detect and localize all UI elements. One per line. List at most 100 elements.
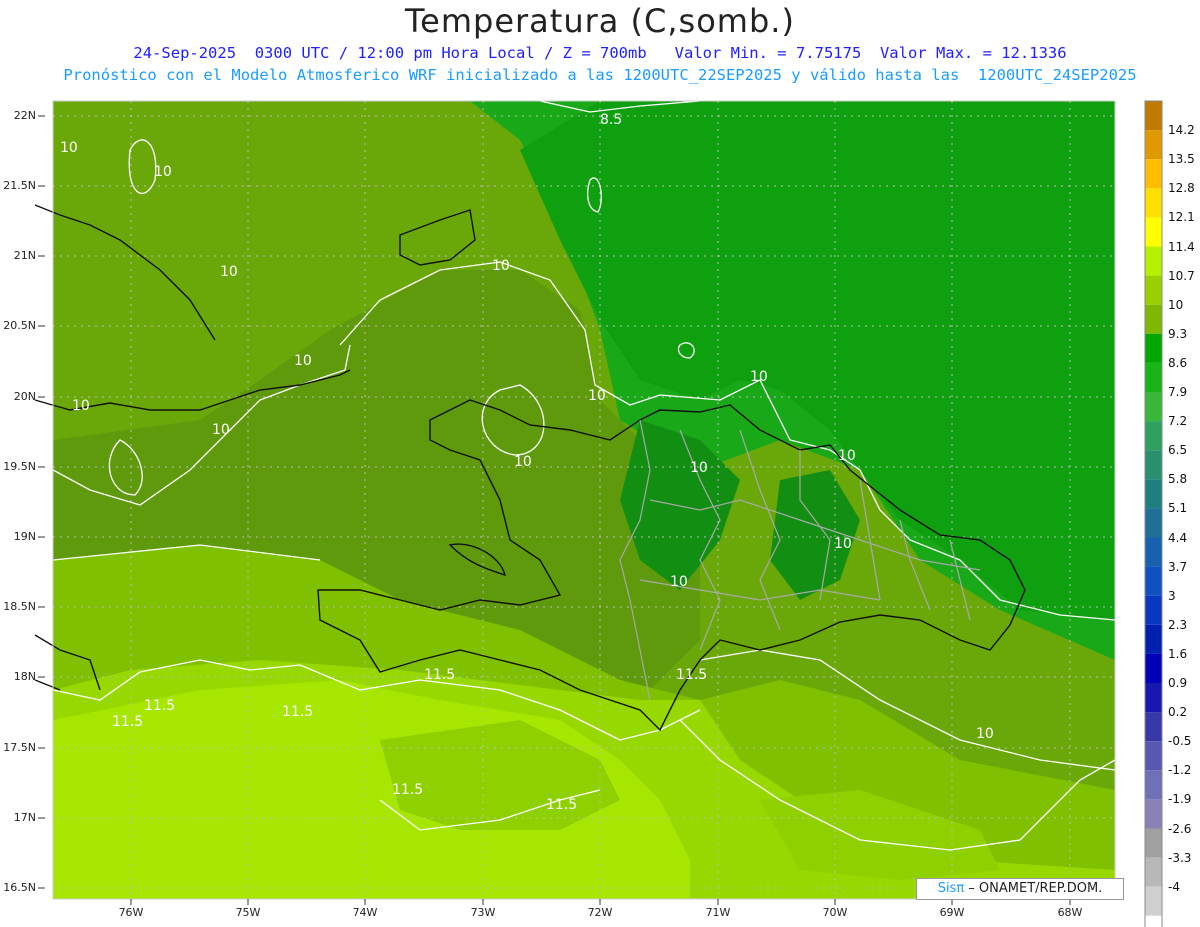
colorbar-label: -0.5 bbox=[1168, 734, 1192, 749]
colorbar-swatch bbox=[1145, 217, 1162, 247]
colorbar-swatch bbox=[1145, 915, 1162, 927]
lon-label: 68W bbox=[1057, 906, 1083, 919]
lat-label: 16.5N bbox=[3, 881, 36, 894]
colorbar-swatch bbox=[1145, 508, 1162, 538]
lat-label: 18N bbox=[13, 670, 36, 683]
colorbar-swatch bbox=[1145, 828, 1162, 858]
contour-label: 8.5 bbox=[600, 112, 622, 128]
colorbar-label: 6.5 bbox=[1168, 443, 1188, 458]
colorbar-swatch bbox=[1145, 362, 1162, 392]
contour-label: 10 bbox=[492, 258, 510, 274]
lat-label: 21N bbox=[13, 249, 36, 262]
colorbar-swatch bbox=[1145, 770, 1162, 800]
colorbar-swatch bbox=[1145, 857, 1162, 887]
lon-label: 71W bbox=[705, 906, 731, 919]
colorbar-label: -4 bbox=[1168, 879, 1180, 894]
contour-label: 11.5 bbox=[144, 698, 175, 714]
contour-label: 11.5 bbox=[424, 667, 455, 683]
colorbar-swatch bbox=[1145, 624, 1162, 654]
colorbar-swatch bbox=[1145, 566, 1162, 596]
lon-label: 72W bbox=[587, 906, 613, 919]
colorbar-label: 2.3 bbox=[1168, 617, 1188, 632]
colorbar-label: -1.2 bbox=[1168, 763, 1192, 778]
contour-label: 10 bbox=[514, 454, 532, 470]
colorbar-swatch bbox=[1145, 246, 1162, 276]
colorbar-swatch bbox=[1145, 653, 1162, 683]
contour-label: 10 bbox=[750, 369, 768, 385]
contour-label: 10 bbox=[154, 164, 172, 180]
colorbar-swatch bbox=[1145, 159, 1162, 189]
colorbar-swatch bbox=[1145, 130, 1162, 160]
colorbar-label: 7.2 bbox=[1168, 414, 1188, 429]
lon-label: 70W bbox=[822, 906, 848, 919]
colorbar-swatch bbox=[1145, 304, 1162, 334]
colorbar-swatch bbox=[1145, 537, 1162, 567]
colorbar-swatch bbox=[1145, 101, 1162, 131]
contour-label: 11.5 bbox=[676, 667, 707, 683]
colorbar-label: 9.3 bbox=[1168, 326, 1188, 341]
colorbar-label: 7.9 bbox=[1168, 385, 1188, 399]
colorbar-label: 12.1 bbox=[1168, 210, 1195, 225]
credit-brand-prefix: Sis bbox=[937, 881, 957, 896]
colorbar-swatch bbox=[1145, 741, 1162, 771]
lat-label: 19.5N bbox=[3, 460, 36, 473]
shaded-field bbox=[53, 101, 1115, 899]
colorbar-swatch bbox=[1145, 799, 1162, 829]
colorbar-swatch bbox=[1145, 421, 1162, 451]
lat-label: 20.5N bbox=[3, 319, 36, 332]
colorbar-label: -1.9 bbox=[1168, 792, 1192, 807]
colorbar-label: 3.7 bbox=[1168, 559, 1188, 574]
contour-label: 10 bbox=[212, 422, 230, 438]
colorbar-label: 8.6 bbox=[1168, 355, 1188, 370]
colorbar-swatch bbox=[1145, 595, 1162, 625]
contour-label: 10 bbox=[588, 388, 606, 404]
colorbar-swatch bbox=[1145, 683, 1162, 713]
colorbar-swatch bbox=[1145, 712, 1162, 742]
lat-label: 18.5N bbox=[3, 600, 36, 613]
colorbar-swatch bbox=[1145, 450, 1162, 480]
contour-label: 10 bbox=[220, 264, 238, 280]
lat-label: 17.5N bbox=[3, 741, 36, 754]
colorbar-swatch bbox=[1145, 392, 1162, 422]
colorbar-label: 1.6 bbox=[1168, 646, 1188, 661]
colorbar-swatch bbox=[1145, 188, 1162, 218]
contour-label: 10 bbox=[690, 460, 708, 476]
lon-label: 74W bbox=[352, 906, 378, 919]
lat-label: 17N bbox=[13, 811, 36, 824]
lat-label: 19N bbox=[13, 530, 36, 543]
contour-label: 11.5 bbox=[112, 714, 143, 730]
lat-label: 21.5N bbox=[3, 179, 36, 192]
contour-label: 10 bbox=[976, 726, 994, 742]
lat-label: 20N bbox=[13, 390, 36, 403]
lon-label: 75W bbox=[235, 906, 261, 919]
lon-label: 73W bbox=[470, 906, 496, 919]
contour-label: 10 bbox=[72, 398, 90, 414]
contour-label: 10 bbox=[294, 353, 312, 369]
contour-label: 10 bbox=[670, 574, 688, 590]
credit-brand-symbol: π bbox=[956, 881, 965, 896]
contour-label: 10 bbox=[60, 140, 78, 156]
contour-label: 10 bbox=[834, 536, 852, 552]
colorbar-label: 3 bbox=[1168, 588, 1176, 603]
colorbar bbox=[1144, 100, 1163, 927]
colorbar-label: 14.2 bbox=[1168, 123, 1195, 138]
contour-label: 10 bbox=[838, 448, 856, 464]
credit-box: Sisπ – ONAMET/REP.DOM. bbox=[916, 878, 1124, 900]
colorbar-label: 13.5 bbox=[1168, 152, 1195, 167]
colorbar-swatch bbox=[1145, 275, 1162, 305]
colorbar-label: 12.8 bbox=[1168, 181, 1195, 196]
colorbar-swatch bbox=[1145, 479, 1162, 509]
contour-label: 11.5 bbox=[282, 704, 313, 720]
colorbar-label: 0.2 bbox=[1168, 705, 1188, 720]
temperature-map: 8.5 10 10 10 10 10 10 10 10 10 10 10 10 … bbox=[34, 100, 1163, 927]
colorbar-label: 5.8 bbox=[1168, 472, 1188, 487]
colorbar-swatch bbox=[1145, 886, 1162, 916]
lat-label: 22N bbox=[13, 109, 36, 122]
lon-label: 69W bbox=[939, 906, 965, 919]
colorbar-label: 0.9 bbox=[1168, 676, 1188, 690]
colorbar-label: 10 bbox=[1168, 297, 1184, 312]
colorbar-swatch bbox=[1145, 333, 1162, 363]
colorbar-label: -3.3 bbox=[1168, 850, 1192, 865]
colorbar-label: 11.4 bbox=[1168, 239, 1195, 254]
colorbar-label: 4.4 bbox=[1168, 530, 1188, 545]
